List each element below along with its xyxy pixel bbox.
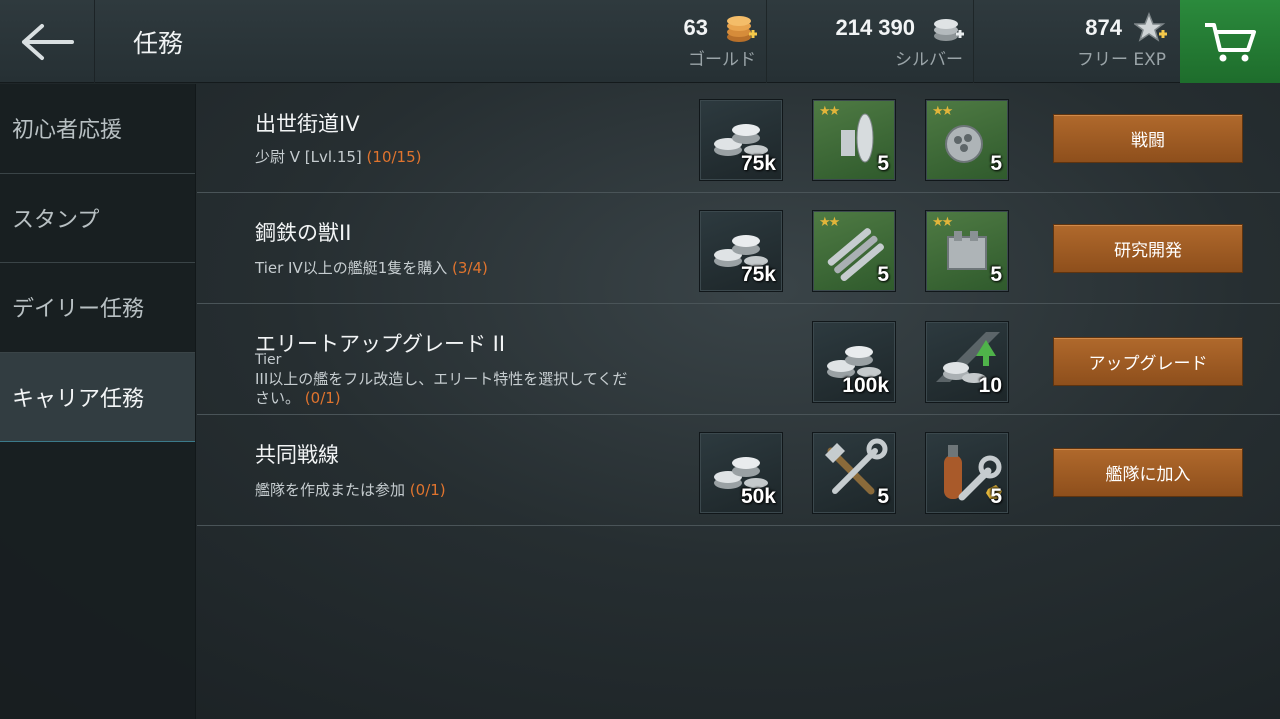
mission-progress: (0/1) <box>409 481 446 499</box>
reward-count: 100k <box>842 374 889 397</box>
reward-radar-module[interactable]: ★★ 5 <box>812 99 896 181</box>
star-plus-icon <box>1134 12 1167 42</box>
sidebar-item-beginner[interactable]: 初心者応援 <box>0 84 195 174</box>
sidebar-item-stamps[interactable]: スタンプ <box>0 174 195 263</box>
mission-condition: III以上の艦をフル改造し、エリート特性を選択してくだ <box>255 370 628 388</box>
mission-condition: さい。 <box>255 389 301 407</box>
mission-row: 鋼鉄の獣II Tier IV以上の艦艇1隻を購入 (3/4) 75k ★★ 5 … <box>197 193 1280 304</box>
upgrade-button[interactable]: アップグレード <box>1053 337 1243 386</box>
reward-silver[interactable]: 75k <box>699 210 783 292</box>
reward-count: 5 <box>990 485 1002 508</box>
reward-silver[interactable]: 100k <box>812 321 896 403</box>
reward-count: 10 <box>978 374 1002 397</box>
sidebar-item-daily[interactable]: デイリー任務 <box>0 263 195 353</box>
reward-gun-module[interactable]: ★★ 5 <box>925 99 1009 181</box>
mission-condition: Tier <box>255 352 282 368</box>
reward-count: 5 <box>877 263 889 286</box>
reward-count: 5 <box>877 152 889 175</box>
free-exp-balance[interactable]: 874 フリー EXP <box>974 0 1180 83</box>
silver-coins-plus-icon <box>934 19 964 41</box>
mission-progress: (0/1) <box>304 389 341 407</box>
mission-description: Tier IV以上の艦艇1隻を購入 (3/4) <box>255 259 488 278</box>
shopping-cart-icon <box>1205 22 1256 61</box>
sidebar: 初心者応援 スタンプ デイリー任務 キャリア任務 <box>0 84 196 719</box>
tier-stars: ★★ <box>819 104 840 119</box>
tier-stars: ★★ <box>819 215 840 230</box>
reward-count: 50k <box>740 485 776 508</box>
mission-description: 艦隊を作成または参加 (0/1) <box>255 481 446 500</box>
mission-title: 鋼鉄の獣II <box>255 221 352 245</box>
mission-condition: 艦隊を作成または参加 <box>255 481 406 499</box>
shop-cart-button[interactable] <box>1180 0 1280 83</box>
mission-row: 共同戦線 艦隊を作成または参加 (0/1) 50k 5 5 艦隊に加入 <box>197 415 1280 526</box>
research-button[interactable]: 研究開発 <box>1053 224 1243 273</box>
tier-stars: ★★ <box>932 215 953 230</box>
mission-condition: 少尉 V [Lvl.15] <box>255 148 362 166</box>
silver-label: シルバー <box>895 50 963 70</box>
reward-count: 75k <box>740 263 776 286</box>
gold-label: ゴールド <box>688 50 756 70</box>
mission-description: 少尉 V [Lvl.15] (10/15) <box>255 148 421 167</box>
join-fleet-button[interactable]: 艦隊に加入 <box>1053 448 1243 497</box>
sidebar-item-career[interactable]: キャリア任務 <box>0 352 195 442</box>
reward-extinguisher-wrench[interactable]: 5 <box>925 432 1009 514</box>
gold-coins-plus-icon <box>727 16 757 42</box>
mission-title: 共同戦線 <box>255 443 339 467</box>
back-arrow-icon <box>22 23 74 60</box>
mission-title: 出世街道IV <box>255 112 360 136</box>
reward-torpedo-module[interactable]: ★★ 5 <box>812 210 896 292</box>
gold-balance[interactable]: 63 ゴールド <box>620 0 767 83</box>
mission-row: 出世街道IV 少尉 V [Lvl.15] (10/15) 75k ★★ 5 ★★… <box>197 84 1280 193</box>
silver-balance[interactable]: 214 390 シルバー <box>767 0 974 83</box>
tier-stars: ★★ <box>932 104 953 119</box>
page-title: 任務 <box>133 29 184 58</box>
reward-count: 75k <box>740 152 776 175</box>
battle-button[interactable]: 戦闘 <box>1053 114 1243 163</box>
top-bar: 任務 63 ゴールド 214 390 シルバー 874 フリー EXP <box>0 0 1280 83</box>
reward-upgrade-coins[interactable]: 10 <box>925 321 1009 403</box>
silver-amount: 214 390 <box>835 15 915 40</box>
reward-count: 5 <box>990 152 1002 175</box>
free-exp-amount: 874 <box>1085 15 1122 40</box>
reward-repair-tools[interactable]: 5 <box>812 432 896 514</box>
mission-description: Tier III以上の艦をフル改造し、エリート特性を選択してくだ さい。 (0/… <box>255 351 627 408</box>
free-exp-label: フリー EXP <box>1076 50 1166 70</box>
reward-silver[interactable]: 50k <box>699 432 783 514</box>
reward-count: 5 <box>990 263 1002 286</box>
mission-row: エリートアップグレード II Tier III以上の艦をフル改造し、エリート特性… <box>197 304 1280 415</box>
mission-progress: (10/15) <box>366 148 422 166</box>
mission-condition: Tier IV以上の艦艇1隻を購入 <box>255 259 448 277</box>
gold-amount: 63 <box>683 15 708 40</box>
reward-silver[interactable]: 75k <box>699 99 783 181</box>
mission-progress: (3/4) <box>452 259 488 277</box>
back-button[interactable] <box>0 0 95 83</box>
reward-count: 5 <box>877 485 889 508</box>
reward-engine-module[interactable]: ★★ 5 <box>925 210 1009 292</box>
